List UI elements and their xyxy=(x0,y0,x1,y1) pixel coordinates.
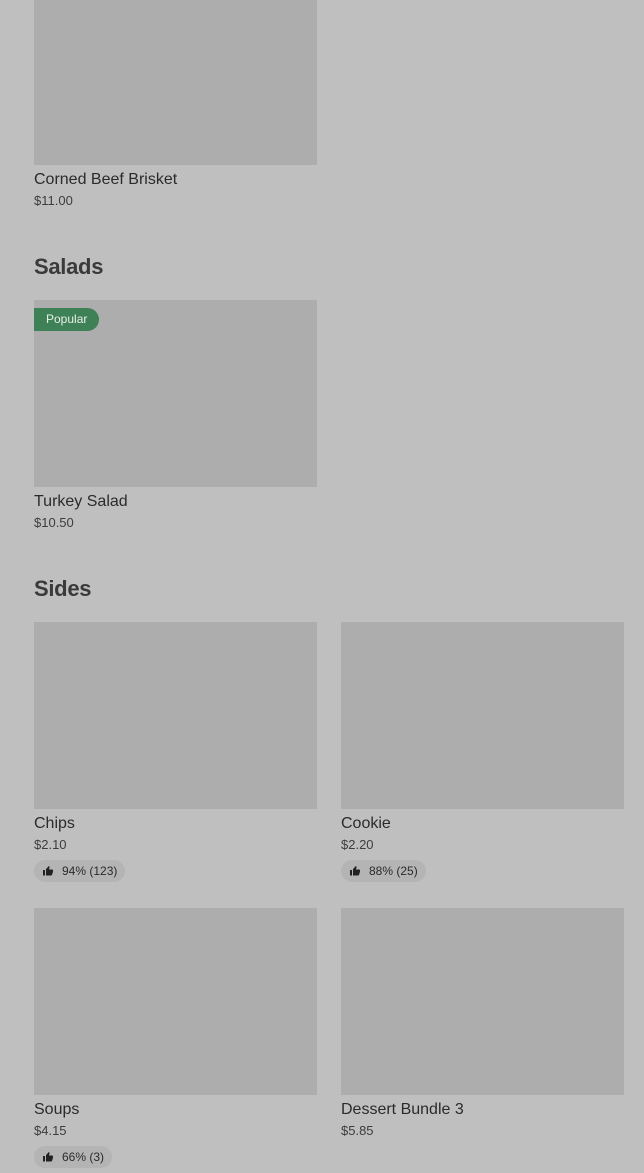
item-name: Dessert Bundle 3 xyxy=(341,1101,464,1118)
thumbs-up-icon xyxy=(43,866,54,876)
rating-badge: 94% (123) xyxy=(34,860,126,882)
item-image[interactable]: Popular xyxy=(34,300,317,487)
menu-page: Corned Beef Brisket $11.00 Salads Popula… xyxy=(0,0,644,1173)
section-title-salads: Salads xyxy=(34,254,104,279)
item-name: Soups xyxy=(34,1101,80,1118)
item-price: $2.10 xyxy=(34,837,67,852)
item-price: $11.00 xyxy=(34,193,73,208)
menu-item-corned-beef-brisket[interactable]: Corned Beef Brisket $11.00 xyxy=(34,0,317,208)
popular-badge: Popular xyxy=(34,308,100,331)
item-name: Turkey Salad xyxy=(34,493,128,510)
menu-item-turkey-salad[interactable]: Popular Turkey Salad $10.50 xyxy=(34,300,317,530)
item-price: $5.85 xyxy=(341,1123,374,1138)
item-price: $4.15 xyxy=(34,1123,67,1138)
rating-text: 94% (123) xyxy=(62,864,118,878)
item-image[interactable] xyxy=(34,0,317,165)
rating-text: 66% (3) xyxy=(62,1150,105,1164)
item-price: $2.20 xyxy=(341,837,374,852)
menu-item-soups[interactable]: Soups $4.15 66% (3) xyxy=(34,908,317,1168)
section-title-sides: Sides xyxy=(34,576,92,601)
thumbs-up-icon xyxy=(350,866,361,876)
item-image[interactable] xyxy=(341,622,624,809)
item-price: $10.50 xyxy=(34,515,74,530)
item-image[interactable] xyxy=(34,908,317,1095)
menu-item-cookie[interactable]: Cookie $2.20 88% (25) xyxy=(341,622,624,882)
rating-badge: 66% (3) xyxy=(34,1146,113,1168)
menu-item-chips[interactable]: Chips $2.10 94% (123) xyxy=(34,622,317,882)
item-name: Corned Beef Brisket xyxy=(34,171,178,188)
rating-badge: 88% (25) xyxy=(341,860,426,882)
item-name: Cookie xyxy=(341,815,391,832)
thumbs-up-icon xyxy=(43,1152,54,1162)
item-name: Chips xyxy=(34,815,75,832)
menu-item-dessert-bundle-3[interactable]: Dessert Bundle 3 $5.85 xyxy=(341,908,624,1138)
item-image[interactable] xyxy=(341,908,624,1095)
rating-text: 88% (25) xyxy=(369,864,418,878)
item-image[interactable] xyxy=(34,622,317,809)
